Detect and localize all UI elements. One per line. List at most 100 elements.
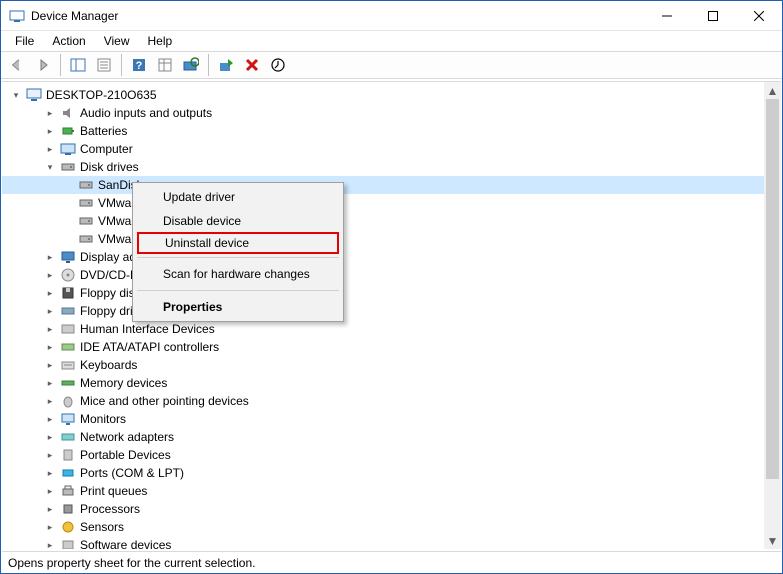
window-controls [644,1,782,31]
properties-button[interactable] [92,53,116,77]
tree-device-row[interactable]: SanDisk [2,176,764,194]
ctx-disable-device[interactable]: Disable device [135,209,341,233]
dvd-icon [60,267,76,283]
enable-device-button[interactable] [214,53,238,77]
disk-icon [78,177,94,193]
tree-category-label: Print queues [80,484,147,498]
tree-category-label: Audio inputs and outputs [80,106,212,120]
ctx-properties[interactable]: Properties [135,295,341,319]
chevron-right-icon[interactable]: ▸ [42,429,58,445]
chevron-right-icon[interactable]: ▸ [42,447,58,463]
uninstall-button[interactable] [240,53,264,77]
chevron-right-icon[interactable]: ▸ [42,501,58,517]
memory-icon [60,375,76,391]
chevron-right-icon[interactable]: ▸ [42,285,58,301]
menu-action[interactable]: Action [44,32,93,50]
chevron-right-icon[interactable]: ▸ [42,339,58,355]
display-icon [60,249,76,265]
device-manager-icon [9,8,25,24]
tree-category-row[interactable]: ▸ Portable Devices [2,446,764,464]
chevron-down-icon[interactable]: ▾ [8,87,24,103]
chevron-right-icon[interactable]: ▸ [42,123,58,139]
toolbar-separator [208,54,209,76]
toolbar-separator [60,54,61,76]
disk-icon [78,231,94,247]
chevron-right-icon[interactable]: ▸ [42,141,58,157]
chevron-right-icon[interactable]: ▸ [42,267,58,283]
tree-category-row[interactable]: ▸ Human Interface Devices [2,320,764,338]
tree-category-row[interactable]: ▸ Display adapters [2,248,764,266]
minimize-button[interactable] [644,1,690,31]
tree-category-row[interactable]: ▸ Batteries [2,122,764,140]
tree-category-row[interactable]: ▸ Computer [2,140,764,158]
tree-category-row[interactable]: ▸ Ports (COM & LPT) [2,464,764,482]
tree-category-row[interactable]: ▸ DVD/CD-ROM drives [2,266,764,284]
context-menu-separator [137,290,339,291]
tree-category-row[interactable]: ▸ Keyboards [2,356,764,374]
tree-category-label: Batteries [80,124,127,138]
help-button[interactable]: ? [127,53,151,77]
chevron-right-icon[interactable]: ▸ [42,483,58,499]
tree-category-row[interactable]: ▸ Audio inputs and outputs [2,104,764,122]
scroll-up-arrow-icon[interactable]: ▲ [764,82,781,99]
tree-category-row[interactable]: ▸ Monitors [2,410,764,428]
tree-category-label: Computer [80,142,133,156]
ctx-uninstall-device[interactable]: Uninstall device [137,232,339,254]
tree-category-row[interactable]: ▾ Disk drives [2,158,764,176]
tree-category-label: Human Interface Devices [80,322,215,336]
tree-category-row[interactable]: ▸ Mice and other pointing devices [2,392,764,410]
toolbar: ? [1,51,782,79]
maximize-button[interactable] [690,1,736,31]
close-button[interactable] [736,1,782,31]
chevron-right-icon[interactable]: ▸ [42,537,58,549]
chevron-right-icon[interactable]: ▸ [42,411,58,427]
chevron-right-icon[interactable]: ▸ [42,357,58,373]
chevron-down-icon[interactable]: ▾ [42,159,58,175]
scan-hardware-button[interactable] [179,53,203,77]
forward-button[interactable] [31,53,55,77]
ctx-update-driver[interactable]: Update driver [135,185,341,209]
tree-viewport[interactable]: ▾ DESKTOP-210O635 ▸ Audio inputs and out… [2,82,764,549]
tree-category-label: Ports (COM & LPT) [80,466,184,480]
tree-category-row[interactable]: ▸ Processors [2,500,764,518]
tree-category-row[interactable]: ▸ Network adapters [2,428,764,446]
tree-device-row[interactable]: VMware [2,212,764,230]
scrollbar-thumb[interactable] [766,99,779,479]
monitor-icon [60,411,76,427]
chevron-right-icon[interactable]: ▸ [42,321,58,337]
tree-category-label: Keyboards [80,358,137,372]
chevron-right-icon[interactable]: ▸ [42,375,58,391]
audio-icon [60,105,76,121]
back-button[interactable] [5,53,29,77]
tree-device-row[interactable]: VMware [2,194,764,212]
update-driver-button[interactable] [266,53,290,77]
tree-root-row[interactable]: ▾ DESKTOP-210O635 [2,86,764,104]
tree-device-row[interactable]: VMware [2,230,764,248]
tree-category-row[interactable]: ▸ Print queues [2,482,764,500]
chevron-right-icon[interactable]: ▸ [42,393,58,409]
tree-category-row[interactable]: ▸ Sensors [2,518,764,536]
computer-icon [60,141,76,157]
tree-category-row[interactable]: ▸ Floppy disk drives [2,284,764,302]
menu-view[interactable]: View [96,32,138,50]
scroll-down-arrow-icon[interactable]: ▼ [764,532,781,549]
ports-icon [60,465,76,481]
ctx-scan-hardware[interactable]: Scan for hardware changes [135,262,341,286]
chevron-right-icon[interactable]: ▸ [42,249,58,265]
tree-category-label: Processors [80,502,140,516]
tree-category-row[interactable]: ▸ Memory devices [2,374,764,392]
menu-file[interactable]: File [7,32,42,50]
tree-category-row[interactable]: ▸ Software devices [2,536,764,549]
chevron-right-icon[interactable]: ▸ [42,465,58,481]
tree-category-row[interactable]: ▸ Floppy drive controllers [2,302,764,320]
chevron-right-icon[interactable]: ▸ [42,519,58,535]
vertical-scrollbar[interactable]: ▲ ▼ [764,82,781,549]
tree-category-row[interactable]: ▸ IDE ATA/ATAPI controllers [2,338,764,356]
chevron-right-icon[interactable]: ▸ [42,105,58,121]
tree-category-label: Mice and other pointing devices [80,394,249,408]
tree-category-label: IDE ATA/ATAPI controllers [80,340,219,354]
chevron-right-icon[interactable]: ▸ [42,303,58,319]
menu-help[interactable]: Help [140,32,181,50]
show-hide-console-tree-button[interactable] [66,53,90,77]
details-button[interactable] [153,53,177,77]
